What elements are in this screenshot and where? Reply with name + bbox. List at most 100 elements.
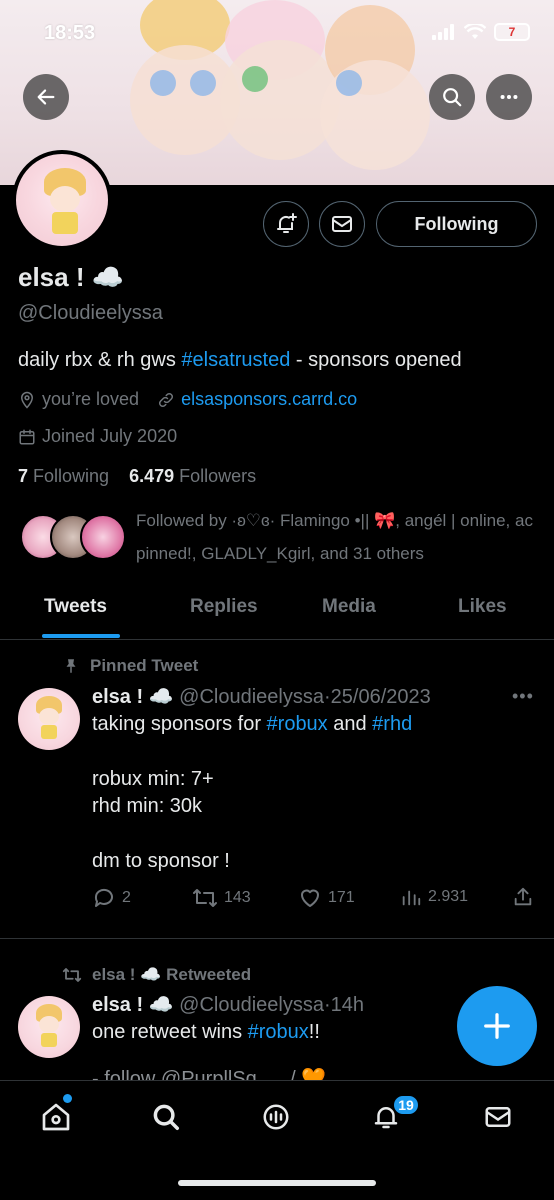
nav-messages[interactable] (478, 1097, 518, 1137)
views-count: 2.931 (428, 888, 469, 905)
nav-home[interactable] (36, 1097, 76, 1137)
home-indicator[interactable] (178, 1180, 376, 1186)
share-icon (514, 887, 532, 906)
share-button[interactable] (512, 886, 540, 908)
joined-date: Joined July 2020 (42, 426, 178, 446)
tweet-peek-text: - follow @PurpllSq_... / 🧡 (92, 1068, 327, 1080)
search-icon (443, 88, 462, 107)
tweet-text-part: !! (308, 1021, 320, 1043)
mail-icon (332, 216, 352, 232)
reply-button[interactable]: 2 (92, 886, 131, 910)
tab-indicator (42, 634, 120, 638)
status-bar: 18:53 7 (0, 0, 554, 64)
reply-count: 2 (122, 889, 131, 906)
tweet-avatar[interactable] (18, 688, 80, 750)
views-icon (402, 890, 421, 906)
tweet-text-part: and (327, 713, 373, 735)
signal-icon (432, 24, 454, 40)
tab-replies[interactable]: Replies (190, 596, 258, 618)
profile-handle: @Cloudieelyssa (18, 302, 163, 324)
notify-button[interactable] (263, 201, 309, 247)
tab-likes[interactable]: Likes (458, 596, 507, 618)
tweet-author-name[interactable]: elsa ! ☁️ (92, 994, 174, 1016)
tweet-author-name[interactable]: elsa ! ☁️ (92, 686, 174, 708)
link-icon (159, 392, 174, 407)
avatar (80, 514, 126, 560)
bio-text: daily rbx & rh gws (18, 349, 182, 371)
tweet-divider (0, 938, 554, 939)
compose-tweet-button[interactable] (457, 986, 537, 1066)
pinned-label: Pinned Tweet (62, 656, 198, 676)
wifi-icon (464, 24, 486, 39)
more-icon (500, 94, 518, 100)
tweet-text-part: taking sponsors for (92, 713, 267, 735)
retweeted-label: elsa ! ☁️ Retweeted (62, 965, 251, 985)
bell-plus-icon (277, 213, 297, 233)
nav-search[interactable] (146, 1097, 186, 1137)
pinned-text: Pinned Tweet (90, 656, 199, 675)
arrow-left-icon (37, 89, 55, 105)
tweet-actions: 2 143 171 2.931 (92, 886, 538, 912)
tweet-hashtag[interactable]: #rhd (372, 713, 412, 735)
status-icons: 7 (432, 23, 530, 41)
follow-counts: 7 Following 6.479 Followers (18, 466, 256, 487)
search-button[interactable] (429, 74, 475, 120)
followed-by-text[interactable]: Followed by ·ʚ♡ɞ· Flamingo •|| 🎀, angél … (136, 504, 540, 570)
retweeted-text[interactable]: elsa ! ☁️ Retweeted (92, 965, 251, 985)
nav-spaces[interactable] (256, 1097, 296, 1137)
following-link[interactable]: 7 Following (18, 466, 109, 486)
battery-level: 7 (508, 25, 516, 39)
home-icon (42, 1103, 70, 1131)
tweet-author-handle: @Cloudieelyssa (179, 686, 324, 708)
tweet-header: elsa ! ☁️ @Cloudieelyssa·14h (92, 992, 364, 1017)
message-button[interactable] (319, 201, 365, 247)
bio-suffix: - sponsors opened (290, 349, 462, 371)
followers-link[interactable]: 6.479 Followers (129, 466, 256, 486)
more-button[interactable] (486, 74, 532, 120)
tweet-line: rhd min: 30k (92, 795, 203, 817)
status-time: 18:53 (44, 22, 96, 44)
tweet-line: dm to sponsor ! (92, 850, 230, 872)
location-icon (20, 391, 34, 409)
tweet-date: ·25/06/2023 (324, 686, 431, 708)
retweet-icon (62, 968, 82, 982)
mail-icon (485, 1107, 511, 1127)
tweet-text: one retweet wins #robux!! (92, 1019, 320, 1046)
views-button[interactable]: 2.931 (400, 886, 468, 908)
like-count: 171 (328, 889, 355, 906)
following-button[interactable]: Following (376, 201, 537, 247)
followed-by-avatars[interactable] (20, 514, 130, 562)
retweet-button[interactable]: 143 (192, 886, 251, 910)
home-unread-dot (63, 1094, 72, 1103)
tweet-hashtag[interactable]: #robux (267, 713, 328, 735)
profile-website[interactable]: elsasponsors.carrd.co (181, 389, 357, 410)
followers-label: Followers (179, 466, 257, 486)
tweet-avatar[interactable] (18, 996, 80, 1058)
tweet-author-handle: @Cloudieelyssa (179, 994, 324, 1016)
tweet-more-button[interactable]: ••• (512, 686, 534, 707)
following-count: 7 (18, 466, 29, 486)
tweet-hashtag[interactable]: #robux (248, 1021, 309, 1043)
profile-name: elsa ! ☁️ (18, 262, 125, 292)
tweet-line: robux min: 7+ (92, 768, 214, 790)
retweet-count: 143 (224, 889, 251, 906)
tab-media[interactable]: Media (322, 596, 376, 618)
profile-meta: you’re loved elsasponsors.carrd.co (18, 389, 357, 410)
following-label: Following (33, 466, 110, 486)
tweet-header: elsa ! ☁️ @Cloudieelyssa·25/06/2023 (92, 684, 431, 709)
spaces-icon (263, 1104, 289, 1130)
tweet-text: taking sponsors for #robux and #rhd (92, 711, 412, 738)
bio-hashtag[interactable]: #elsatrusted (181, 349, 290, 371)
profile-avatar[interactable] (12, 150, 112, 250)
battery-icon: 7 (494, 23, 530, 41)
reply-icon (94, 888, 113, 907)
like-button[interactable]: 171 (298, 886, 355, 910)
profile-location: you’re loved (42, 389, 140, 409)
back-button[interactable] (23, 74, 69, 120)
followers-count: 6.479 (129, 466, 175, 486)
tab-tweets[interactable]: Tweets (44, 596, 107, 618)
pin-icon (66, 659, 76, 673)
calendar-icon (19, 429, 35, 444)
tweet-text-part: one retweet wins (92, 1021, 248, 1043)
heart-icon (301, 889, 319, 907)
